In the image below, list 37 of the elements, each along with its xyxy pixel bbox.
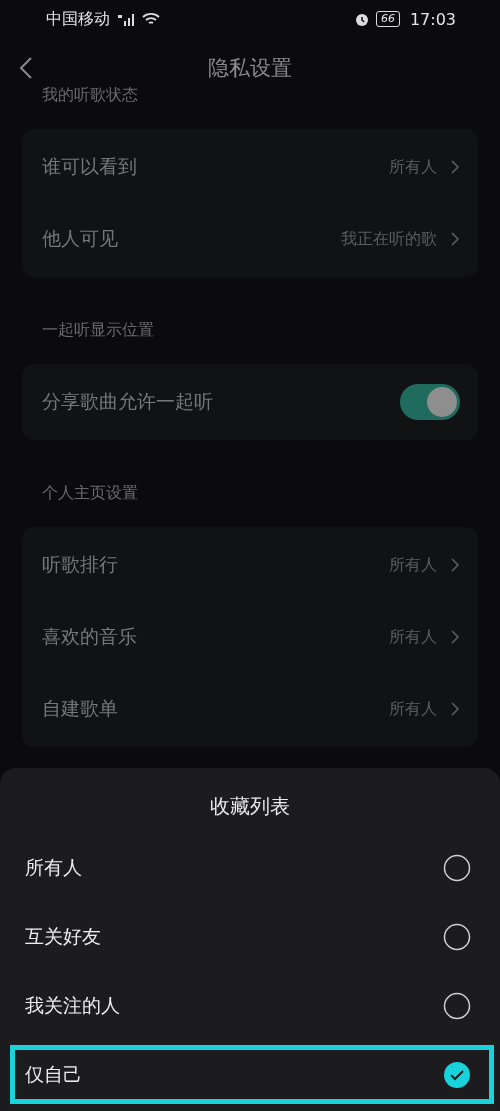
setting-label: 自建歌单: [42, 696, 119, 721]
chevron-icon: [451, 702, 460, 716]
option-label[interactable]: 互关好友: [25, 923, 443, 950]
alarm-icon: [353, 11, 370, 27]
setting-label: 分享歌曲允许一起听: [42, 389, 214, 414]
chevron-icon: [451, 630, 460, 644]
setting-value[interactable]: 所有人: [389, 626, 437, 648]
section-title: 我的听歌状态: [41, 84, 139, 106]
option-label[interactable]: 仅自己: [25, 1061, 443, 1088]
option-label[interactable]: 我关注的人: [25, 992, 443, 1019]
back-icon[interactable]: [18, 56, 34, 80]
setting-value[interactable]: 所有人: [389, 156, 437, 178]
page-title: 隐私设置: [208, 55, 292, 82]
battery-level: 66: [375, 11, 400, 27]
signal-icon: [116, 12, 136, 26]
chevron-icon: [451, 232, 460, 246]
clock-time: 17:03: [409, 9, 456, 29]
section-title: 一起听显示位置: [41, 319, 155, 341]
setting-value[interactable]: 我正在听的歌: [341, 228, 437, 250]
setting-value[interactable]: 所有人: [389, 554, 437, 576]
option-label[interactable]: 所有人: [25, 854, 443, 881]
radio-icon[interactable]: [443, 922, 471, 951]
sheet-title: 收藏列表: [209, 793, 291, 820]
radio-icon[interactable]: [443, 991, 471, 1020]
chevron-icon: [451, 160, 460, 174]
chevron-icon: [451, 558, 460, 572]
radio-checked-icon[interactable]: [443, 1060, 471, 1089]
setting-label: 听歌排行: [42, 552, 119, 577]
section-title: 个人主页设置: [41, 482, 139, 504]
carrier-name: 中国移动: [46, 8, 110, 30]
setting-label: 谁可以看到: [42, 154, 138, 179]
setting-label: 他人可见: [42, 226, 119, 251]
toggle-switch[interactable]: [400, 384, 460, 420]
wifi-icon: [142, 12, 160, 26]
setting-value[interactable]: 所有人: [389, 698, 437, 720]
radio-icon[interactable]: [443, 853, 471, 882]
setting-label: 喜欢的音乐: [42, 624, 138, 649]
